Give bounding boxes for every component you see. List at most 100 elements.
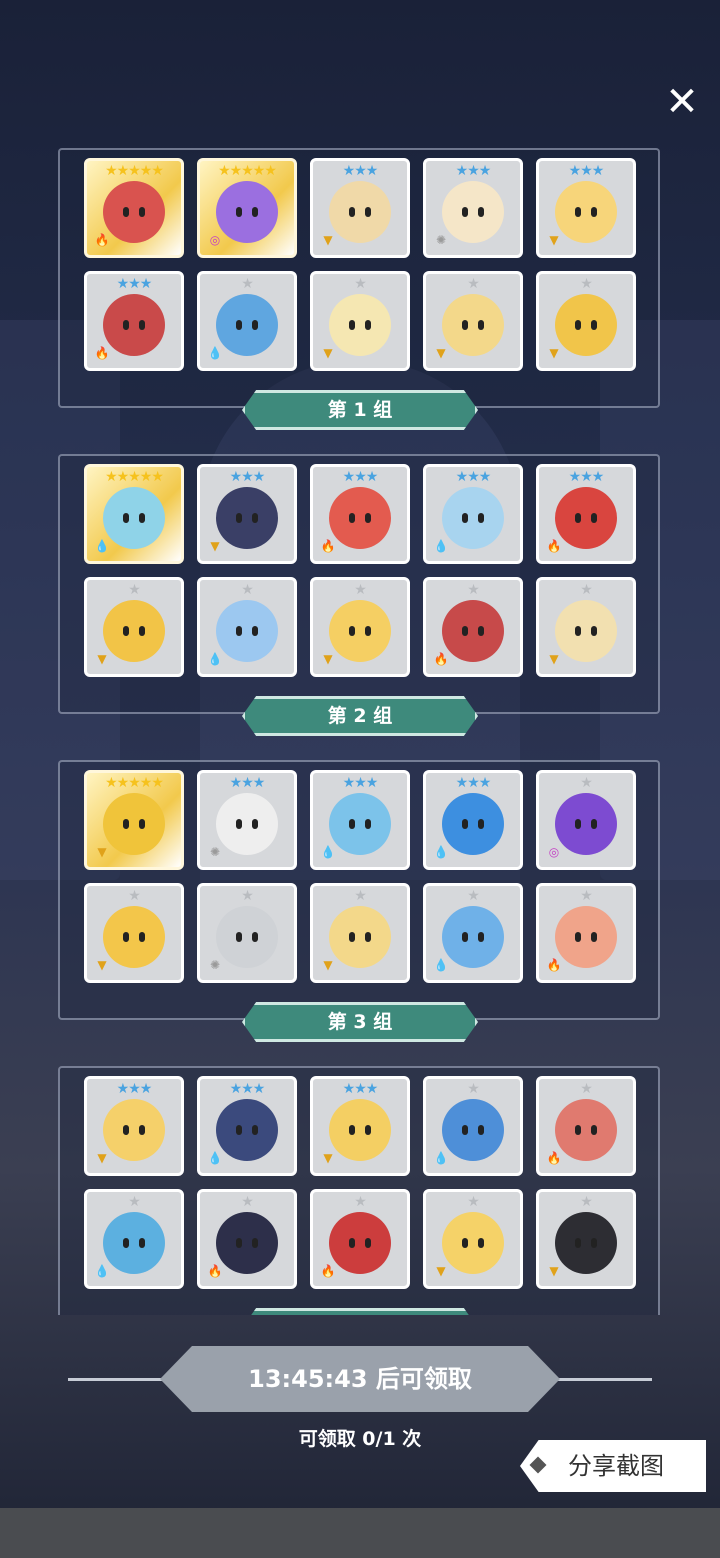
eye (591, 818, 597, 829)
star-rating: ★ (580, 276, 593, 292)
claim-timer-button[interactable]: 13:45:43 后可领取 (160, 1346, 560, 1412)
hero-card[interactable]: ★★★★★ 💧 (84, 464, 184, 564)
star-rating: ★★★ (342, 1081, 379, 1097)
arcane-element-icon: ◎ (548, 845, 560, 859)
hero-grid: ★★★★★ 💧 ★★★ ▼ ★★★ 🔥 ★★★ 💧 ★★★ 🔥 ★ ▼ ★ 💧 ★ ▼ ★ 🔥 ★ ▼ (84, 464, 636, 677)
hero-card[interactable]: ★ 🔥 (310, 1189, 410, 1289)
hero-card[interactable]: ★ ▼ (84, 577, 184, 677)
eye (139, 1237, 145, 1248)
eye (139, 931, 145, 942)
share-screenshot-button[interactable]: 分享截图 (520, 1440, 706, 1492)
hero-card[interactable]: ★★★★★ ▼ (84, 770, 184, 870)
hero-card[interactable]: ★★★ 🔥 (310, 464, 410, 564)
water-element-icon: 💧 (433, 1151, 449, 1165)
hero-card[interactable]: ★★★ ▼ (84, 1076, 184, 1176)
hero-card[interactable]: ★ ▼ (310, 271, 410, 371)
earth-element-icon: ▼ (549, 233, 559, 247)
hero-card[interactable]: ★ ▼ (536, 577, 636, 677)
eye (236, 512, 242, 523)
eye (349, 818, 355, 829)
hero-card[interactable]: ★ 💧 (84, 1189, 184, 1289)
eye (462, 319, 468, 330)
team-groups-scroll[interactable]: ★★★★★ 🔥 ★★★★★ ◎ ★★★ ▼ ★★★ ✺ ★★★ ▼ ★★★ 🔥 ★ 💧 ★ ▼ ★ ▼ ★ ▼ 第 1… (0, 140, 720, 1315)
hero-card[interactable]: ★ 🔥 (536, 883, 636, 983)
eye (252, 319, 258, 330)
hero-card[interactable]: ★★★★★ 🔥 (84, 158, 184, 258)
eye (349, 512, 355, 523)
hero-card[interactable]: ★ 🔥 (536, 1076, 636, 1176)
eye (123, 1237, 129, 1248)
hero-card[interactable]: ★★★ 🔥 (84, 271, 184, 371)
hero-portrait (329, 1211, 391, 1274)
hero-card[interactable]: ★ ▼ (423, 1189, 523, 1289)
hero-card[interactable]: ★★★ ✺ (197, 770, 297, 870)
hero-portrait (442, 792, 504, 855)
star-rating: ★★★ (342, 775, 379, 791)
hero-card[interactable]: ★★★ 💧 (423, 770, 523, 870)
fire-element-icon: 🔥 (94, 346, 110, 360)
hero-card[interactable]: ★★★★★ ◎ (197, 158, 297, 258)
hero-card[interactable]: ★ ▼ (84, 883, 184, 983)
group-label-4 (242, 1308, 478, 1315)
hero-card[interactable]: ★ 💧 (197, 271, 297, 371)
water-element-icon: 💧 (207, 652, 223, 666)
hero-card[interactable]: ★ ▼ (536, 271, 636, 371)
hero-card[interactable]: ★★★ ▼ (536, 158, 636, 258)
fire-element-icon: 🔥 (320, 539, 336, 553)
earth-element-icon: ▼ (323, 1151, 333, 1165)
hero-portrait (329, 180, 391, 243)
hero-card[interactable]: ★★★ 💧 (423, 464, 523, 564)
star-rating: ★ (467, 276, 480, 292)
hero-portrait (555, 792, 617, 855)
eye (252, 512, 258, 523)
hero-card[interactable]: ★ ▼ (310, 883, 410, 983)
hero-card[interactable]: ★★★ ▼ (310, 158, 410, 258)
hero-portrait (103, 1098, 165, 1161)
star-rating: ★ (467, 888, 480, 904)
hero-card[interactable]: ★ 💧 (423, 1076, 523, 1176)
earth-element-icon: ▼ (210, 539, 220, 553)
eye (123, 206, 129, 217)
group-panel-4: ★★★ ▼ ★★★ 💧 ★★★ ▼ ★ 💧 ★ 🔥 ★ 💧 ★ 🔥 ★ 🔥 ★ ▼ ★ ▼ (58, 1066, 660, 1315)
hero-card[interactable]: ★ ◎ (536, 770, 636, 870)
eye (236, 1124, 242, 1135)
hero-card[interactable]: ★★★ ✺ (423, 158, 523, 258)
group-panel-1: ★★★★★ 🔥 ★★★★★ ◎ ★★★ ▼ ★★★ ✺ ★★★ ▼ ★★★ 🔥 ★ 💧 ★ ▼ ★ ▼ ★ ▼ (58, 148, 660, 408)
light-element-icon: ✺ (435, 233, 447, 247)
eye (236, 931, 242, 942)
star-rating: ★ (128, 888, 141, 904)
hero-card[interactable]: ★★★ ▼ (310, 1076, 410, 1176)
hero-card[interactable]: ★ ▼ (310, 577, 410, 677)
eye (365, 206, 371, 217)
hero-card[interactable]: ★★★ 🔥 (536, 464, 636, 564)
earth-element-icon: ▼ (323, 346, 333, 360)
hero-card[interactable]: ★ 💧 (197, 577, 297, 677)
eye (462, 931, 468, 942)
hero-portrait (555, 293, 617, 356)
hero-card[interactable]: ★★★ 💧 (310, 770, 410, 870)
water-element-icon: 💧 (433, 958, 449, 972)
hero-card[interactable]: ★★★ ▼ (197, 464, 297, 564)
close-button[interactable]: ✕ (662, 82, 702, 122)
eye (575, 931, 581, 942)
star-rating: ★★★★★ (105, 469, 164, 485)
earth-element-icon: ▼ (549, 1264, 559, 1278)
eye (349, 931, 355, 942)
eye (236, 319, 242, 330)
hero-card[interactable]: ★★★ 💧 (197, 1076, 297, 1176)
star-rating: ★★★ (229, 469, 266, 485)
hero-card[interactable]: ★ 🔥 (423, 577, 523, 677)
eye (591, 625, 597, 636)
hero-portrait (329, 486, 391, 549)
eye (349, 319, 355, 330)
hero-card[interactable]: ★ 💧 (423, 883, 523, 983)
hero-portrait (442, 905, 504, 968)
hero-card[interactable]: ★ 🔥 (197, 1189, 297, 1289)
hero-card[interactable]: ★ ▼ (536, 1189, 636, 1289)
star-rating: ★★★ (568, 469, 605, 485)
hero-portrait (103, 905, 165, 968)
hero-card[interactable]: ★ ▼ (423, 271, 523, 371)
earth-element-icon: ▼ (436, 1264, 446, 1278)
hero-card[interactable]: ★ ✺ (197, 883, 297, 983)
earth-element-icon: ▼ (97, 845, 107, 859)
